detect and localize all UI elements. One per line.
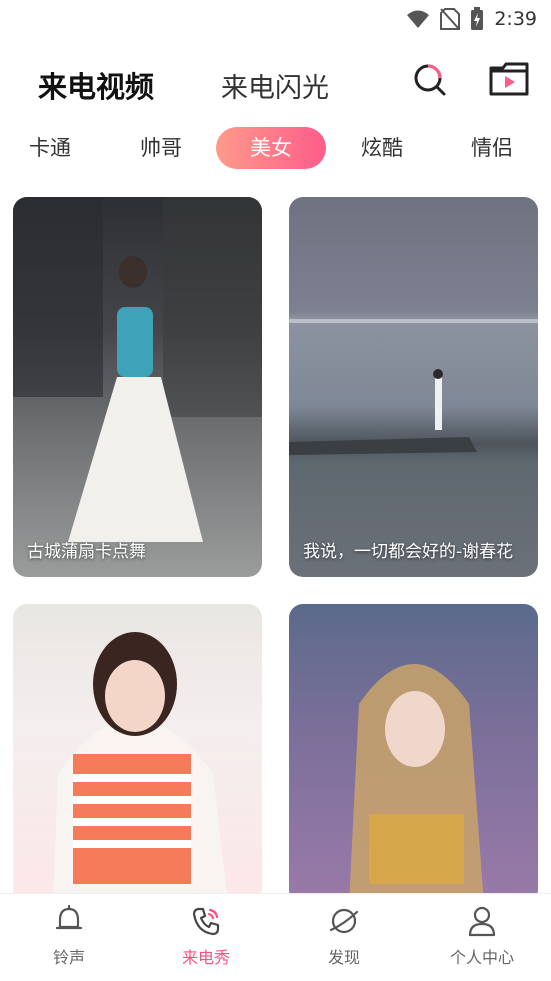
video-thumbnail [289,319,538,455]
status-time: 2:39 [494,8,537,30]
status-icons: 2:39 [406,6,537,32]
tab-incoming-video[interactable]: 来电视频 [38,64,154,106]
planet-icon [329,908,359,934]
search-icon [414,64,446,96]
nav-label: 发现 [327,948,360,967]
video-card[interactable] [13,604,262,904]
wifi-icon [407,10,430,28]
nav-discover[interactable]: 发现 [289,904,399,968]
nav-call-show[interactable]: 来电秀 [151,904,261,968]
category-cartoon[interactable]: 卡通 [0,127,105,169]
video-thumbnail [349,664,484,904]
video-folder-icon [489,62,529,96]
nav-label: 来电秀 [181,948,230,967]
nav-ringtone[interactable]: 铃声 [14,904,124,968]
video-card[interactable]: 古城蒲扇卡点舞 [13,197,262,577]
status-bar: 2:39 [0,0,551,38]
nav-label: 个人中心 [449,948,514,967]
user-icon [468,906,496,937]
category-beauty[interactable]: 美女 [216,127,326,169]
category-cool[interactable]: 炫酷 [327,127,437,169]
nav-profile[interactable]: 个人中心 [427,904,537,968]
battery-charging-icon [471,7,484,30]
video-title: 古城蒲扇卡点舞 [27,542,146,562]
header: 来电视频 来电闪光 [0,56,551,116]
tab-incoming-flash[interactable]: 来电闪光 [221,66,329,105]
bell-icon [55,904,83,930]
bottom-nav: 铃声 来电秀 发现 个人中心 [0,893,551,981]
video-card[interactable]: 我说，一切都会好的-谢春花 [289,197,538,577]
category-couple[interactable]: 情侣 [437,127,547,169]
phone-call-icon [192,907,220,936]
category-bar: 卡通 帅哥 美女 炫酷 情侣 [0,127,551,171]
video-card[interactable] [289,604,538,904]
video-title: 我说，一切都会好的-谢春花 [303,542,514,562]
category-handsome[interactable]: 帅哥 [106,127,216,169]
nav-label: 铃声 [52,948,85,967]
no-sim-icon [440,8,461,30]
video-thumbnail [53,632,228,904]
search-button[interactable] [410,60,450,100]
my-videos-button[interactable] [488,60,530,100]
video-thumbnail [13,197,262,542]
